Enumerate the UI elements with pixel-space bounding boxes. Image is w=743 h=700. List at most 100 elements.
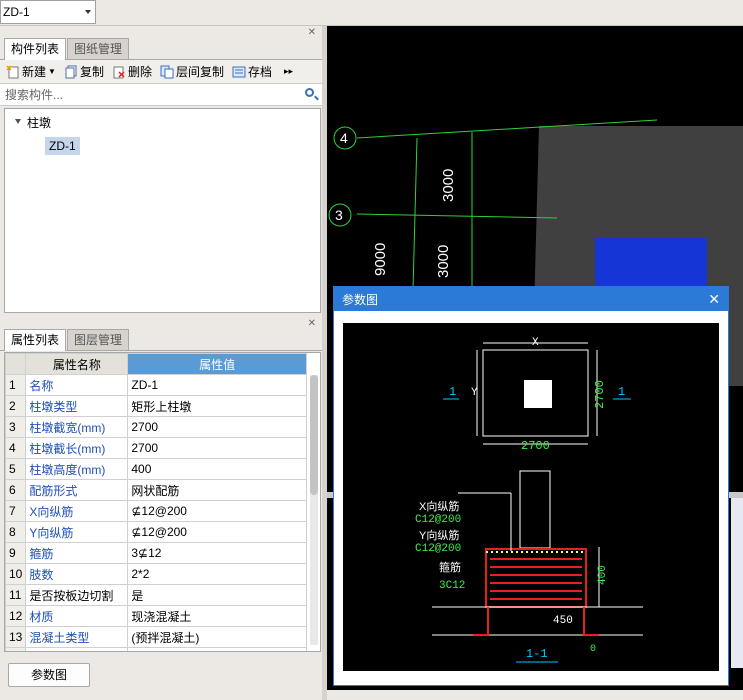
chevron-down-icon[interactable] (85, 10, 91, 14)
tab-property-list[interactable]: 属性列表 (4, 329, 67, 351)
row-index: 8 (5, 521, 27, 543)
delete-button[interactable]: 删除 (112, 63, 152, 80)
save-label: 存档 (247, 65, 272, 79)
table-row[interactable]: 2 柱墩类型 矩形上柱墩 (5, 395, 307, 417)
table-row[interactable]: 1 名称 ZD-1 (5, 374, 307, 396)
table-row[interactable]: 14混凝土强度等级(C30) (5, 647, 307, 651)
table-row[interactable]: 7 X向纵筋 ⊈12@200 (5, 500, 307, 522)
width-dim-value: 2700 (521, 439, 550, 453)
collapse-icon[interactable] (15, 119, 21, 124)
floor-copy-button[interactable]: 层间复制 (160, 63, 224, 80)
property-grid: 属性名称 属性值 1 名称 ZD-1 2 柱墩类型 矩形上柱墩 3 柱墩截宽(mm) 2700 4… (4, 352, 321, 652)
row-index: 9 (5, 542, 27, 564)
search-field[interactable]: 搜索构件... (0, 84, 322, 106)
property-value-cell[interactable]: 矩形上柱墩 (127, 395, 307, 417)
property-value-cell[interactable]: 2*2 (127, 563, 307, 585)
dim-3000-upper: 3000 (440, 169, 457, 202)
stirrup-value: 3C12 (439, 580, 465, 592)
property-value-cell[interactable]: 400 (127, 458, 307, 480)
property-value-cell[interactable]: 2700 (127, 416, 307, 438)
close-icon[interactable]: ✕ (308, 318, 316, 329)
row-index: 6 (5, 479, 27, 501)
delete-icon (113, 66, 125, 78)
floor-copy-label: 层间复制 (175, 65, 224, 79)
axis-line-3 (356, 213, 558, 219)
close-icon[interactable]: ✕ (308, 27, 316, 38)
property-name-cell: 名称 (25, 374, 129, 396)
copy-button[interactable]: 复制 (64, 63, 104, 80)
x-rebar-label: X向纵筋 (419, 499, 459, 513)
table-row[interactable]: 12 材质 现浇混凝土 (5, 605, 307, 627)
status-bar (327, 690, 743, 700)
dropdown-arrow-icon[interactable]: ▼ (48, 67, 56, 76)
table-row[interactable]: 11 是否按板边切割是 (5, 584, 307, 606)
tree-node-parent[interactable]: 柱墩 (27, 114, 51, 131)
dialog-title-bar: 参数图 ✕ (334, 287, 728, 311)
property-name-cell: 是否按板边切割 (25, 584, 129, 606)
tree-node-selected[interactable]: ZD-1 (45, 137, 80, 155)
section-mark-right: 1 (618, 385, 625, 399)
row-index: 1 (5, 374, 27, 396)
table-row[interactable]: 10 肢数 2*2 (5, 563, 307, 585)
column-pier-shape (595, 238, 707, 290)
property-value-cell[interactable]: (C30) (127, 647, 307, 651)
property-value-cell[interactable]: ⊈12@200 (127, 500, 307, 522)
property-name-cell: 配筋形式 (25, 479, 129, 501)
stirrup-lines (490, 558, 582, 600)
property-name-cell: 柱墩高度(mm) (25, 458, 129, 480)
section-mark-left: 1 (449, 385, 456, 399)
table-row[interactable]: 9 箍筋 3⊈12 (5, 542, 307, 564)
tab-drawing-management[interactable]: 图纸管理 (67, 38, 130, 59)
property-value-cell[interactable]: ZD-1 (127, 374, 307, 396)
row-index: 10 (5, 563, 27, 585)
property-name-cell: 箍筋 (25, 542, 129, 564)
scrollbar-thumb[interactable] (310, 375, 318, 495)
table-row[interactable]: 6 配筋形式 网状配筋 (5, 479, 307, 501)
row-index: 7 (5, 500, 27, 522)
row-index: 4 (5, 437, 27, 459)
table-row[interactable]: 3 柱墩截宽(mm) 2700 (5, 416, 307, 438)
component-tabs: 构件列表 图纸管理 (0, 38, 322, 60)
new-icon (6, 64, 19, 78)
zero-value: 0 (590, 644, 596, 655)
section-title: 1-1 (526, 647, 548, 661)
component-combo[interactable]: ZD-1 (0, 0, 96, 24)
property-value-cell[interactable]: (预拌混凝土) (127, 626, 307, 648)
row-index: 2 (5, 395, 27, 417)
search-placeholder: 搜索构件... (5, 88, 64, 102)
more-icon[interactable]: ▸▸ (284, 66, 293, 77)
floor-copy-icon (160, 65, 174, 78)
axis-label-4: 4 (340, 130, 348, 146)
header-property-name: 属性名称 (25, 353, 129, 375)
property-value-cell[interactable]: 现浇混凝土 (127, 605, 307, 627)
property-name-cell: Y向纵筋 (25, 521, 129, 543)
param-drawing-button[interactable]: 参数图 (8, 663, 90, 687)
property-value-cell[interactable]: ⊈12@200 (127, 521, 307, 543)
row-index: 11 (5, 584, 27, 606)
property-value-cell[interactable]: 3⊈12 (127, 542, 307, 564)
property-value-cell[interactable]: 2700 (127, 437, 307, 459)
header-index (5, 353, 27, 375)
table-row[interactable]: 5 柱墩高度(mm) 400 (5, 458, 307, 480)
table-row[interactable]: 4 柱墩截长(mm) 2700 (5, 437, 307, 459)
table-row[interactable]: 8 Y向纵筋 ⊈12@200 (5, 521, 307, 543)
property-value-cell[interactable]: 是 (127, 584, 307, 606)
tab-layer-management[interactable]: 图层管理 (67, 329, 130, 350)
close-icon[interactable]: ✕ (708, 291, 720, 308)
property-name-cell: X向纵筋 (25, 500, 129, 522)
axis-label-3: 3 (335, 207, 343, 223)
y-rebar-value: C12@200 (415, 543, 461, 555)
property-header-row: 属性名称 属性值 (5, 353, 307, 375)
property-value-cell[interactable]: 网状配筋 (127, 479, 307, 501)
copy-label: 复制 (79, 65, 104, 79)
property-scrollbar[interactable] (310, 375, 318, 645)
tab-component-list[interactable]: 构件列表 (4, 38, 67, 60)
search-icon[interactable] (305, 88, 314, 97)
new-button[interactable]: 新建 ▼ (6, 63, 56, 80)
save-button[interactable]: 存档 (232, 63, 272, 80)
property-name-cell: 柱墩类型 (25, 395, 129, 417)
component-tree: 柱墩 ZD-1 (4, 108, 321, 313)
property-tabs: 属性列表 图层管理 (0, 329, 322, 351)
component-combo-value: ZD-1 (3, 5, 30, 19)
table-row[interactable]: 13 混凝土类型 (预拌混凝土) (5, 626, 307, 648)
